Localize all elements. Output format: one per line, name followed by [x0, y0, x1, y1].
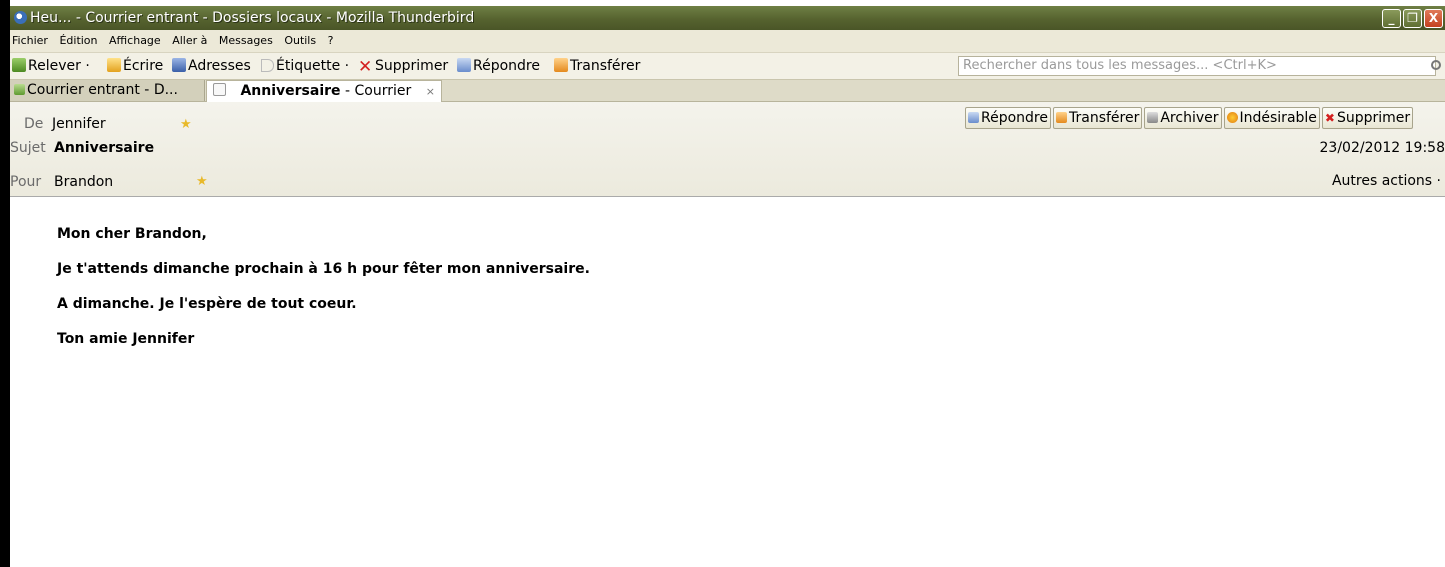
forward-small-icon — [1056, 112, 1067, 123]
close-button[interactable]: X — [1424, 9, 1443, 28]
from-star-icon[interactable]: ★ — [180, 117, 192, 132]
address-book-button[interactable]: Adresses — [172, 53, 251, 79]
delete-button-label: Supprimer — [1336, 110, 1411, 126]
menu-affichage[interactable]: Affichage — [105, 34, 165, 47]
get-messages-dropdown[interactable]: · — [85, 58, 89, 74]
message-line: Je t'attends dimanche prochain à 16 h po… — [57, 261, 590, 277]
main-toolbar: Relever · Écrire Adresses Étiquette · ✕ S… — [10, 53, 1445, 80]
get-messages-label: Relever — [28, 58, 81, 74]
thunderbird-app-icon — [14, 11, 27, 24]
title-bar[interactable]: Heu... - Courrier entrant - Dossiers loc… — [10, 6, 1445, 30]
search-input[interactable]: Rechercher dans tous les messages... <Ct… — [958, 56, 1441, 76]
message-body: Mon cher Brandon, Je t'attends dimanche … — [57, 226, 590, 366]
from-label: De — [24, 116, 44, 132]
message-line: Ton amie Jennifer — [57, 331, 195, 347]
tab-message-subject: Anniversaire — [240, 83, 341, 99]
reply-icon — [457, 58, 471, 72]
to-value[interactable]: Brandon — [54, 174, 113, 190]
tab-inbox[interactable]: Courrier entrant - D... — [10, 80, 205, 101]
tab-message-suffix: - Courrier — [344, 83, 412, 99]
archive-icon — [1147, 112, 1159, 123]
junk-button[interactable]: Indésirable — [1223, 107, 1320, 129]
reply-toolbar-button[interactable]: Répondre — [457, 53, 540, 79]
address-book-label: Adresses — [188, 58, 251, 74]
tag-button[interactable]: Étiquette · — [261, 53, 349, 79]
tab-close-icon[interactable]: × — [426, 81, 435, 102]
inbox-icon — [14, 84, 25, 95]
header-action-buttons: Répondre Transférer Archiver Indésirable ✖ Su… — [965, 107, 1415, 129]
message-line: Mon cher Brandon, — [57, 226, 207, 242]
compose-icon — [107, 58, 121, 72]
envelope-icon — [213, 83, 226, 96]
search-icon[interactable] — [1431, 60, 1441, 70]
tab-bar: Courrier entrant - D... Anniversaire - C… — [10, 80, 1445, 102]
to-label: Pour — [10, 174, 42, 190]
archive-button-label: Archiver — [1160, 110, 1219, 126]
forward-icon — [554, 58, 568, 72]
tag-icon — [261, 59, 274, 72]
delete-x-icon: ✕ — [358, 57, 373, 77]
message-date: 23/02/2012 19:58 — [1319, 140, 1445, 156]
forward-button[interactable]: Transférer — [1053, 107, 1143, 129]
menu-outils[interactable]: Outils — [280, 34, 320, 47]
subject-label: Sujet — [10, 140, 46, 156]
thunderbird-window: Heu... - Courrier entrant - Dossiers loc… — [10, 0, 1445, 567]
message-line: A dimanche. Je l'espère de tout coeur. — [57, 296, 357, 312]
menu-help[interactable]: ? — [324, 34, 338, 47]
reply-toolbar-label: Répondre — [473, 58, 540, 74]
delete-small-icon: ✖ — [1324, 111, 1335, 125]
menu-edition[interactable]: Édition — [55, 34, 101, 47]
delete-toolbar-button[interactable]: ✕ Supprimer — [358, 53, 448, 79]
menu-bar: Fichier Édition Affichage Aller à Messag… — [10, 30, 1445, 53]
menu-messages[interactable]: Messages — [215, 34, 277, 47]
tab-inbox-label: Courrier entrant - D... — [27, 82, 178, 98]
tag-dropdown[interactable]: · — [345, 58, 349, 74]
delete-toolbar-label: Supprimer — [375, 58, 449, 74]
write-label: Écrire — [123, 58, 164, 74]
forward-toolbar-button[interactable]: Transférer — [554, 53, 640, 79]
reply-button-label: Répondre — [981, 110, 1048, 126]
write-button[interactable]: Écrire — [107, 53, 163, 79]
address-book-icon — [172, 58, 186, 72]
message-header-pane: De Jennifer ★ Sujet Anniversaire Pour Br… — [10, 102, 1445, 197]
forward-button-label: Transférer — [1069, 110, 1140, 126]
tag-label: Étiquette — [276, 58, 341, 74]
tab-message[interactable]: Anniversaire - Courrier × — [206, 80, 442, 102]
junk-flame-icon — [1226, 112, 1238, 123]
archive-button[interactable]: Archiver — [1144, 107, 1222, 129]
search-placeholder: Rechercher dans tous les messages... <Ct… — [963, 58, 1277, 73]
minimize-button[interactable]: _ — [1382, 9, 1401, 28]
delete-button[interactable]: ✖ Supprimer — [1321, 107, 1414, 129]
menu-aller-a[interactable]: Aller à — [168, 34, 211, 47]
window-title: Heu... - Courrier entrant - Dossiers loc… — [30, 10, 475, 26]
junk-button-label: Indésirable — [1239, 110, 1317, 126]
maximize-button[interactable]: ❐ — [1403, 9, 1422, 28]
forward-toolbar-label: Transférer — [570, 58, 641, 74]
get-mail-icon — [12, 58, 26, 72]
reply-button[interactable]: Répondre — [965, 107, 1051, 129]
menu-fichier[interactable]: Fichier — [8, 34, 52, 47]
to-star-icon[interactable]: ★ — [196, 174, 208, 189]
subject-value: Anniversaire — [54, 140, 155, 156]
get-messages-button[interactable]: Relever · — [12, 53, 90, 79]
from-value[interactable]: Jennifer — [52, 116, 106, 132]
window-left-edge — [0, 0, 10, 567]
more-actions-button[interactable]: Autres actions · — [1332, 173, 1441, 189]
reply-small-icon — [968, 112, 979, 123]
window-controls: _ ❐ X — [1380, 9, 1443, 28]
